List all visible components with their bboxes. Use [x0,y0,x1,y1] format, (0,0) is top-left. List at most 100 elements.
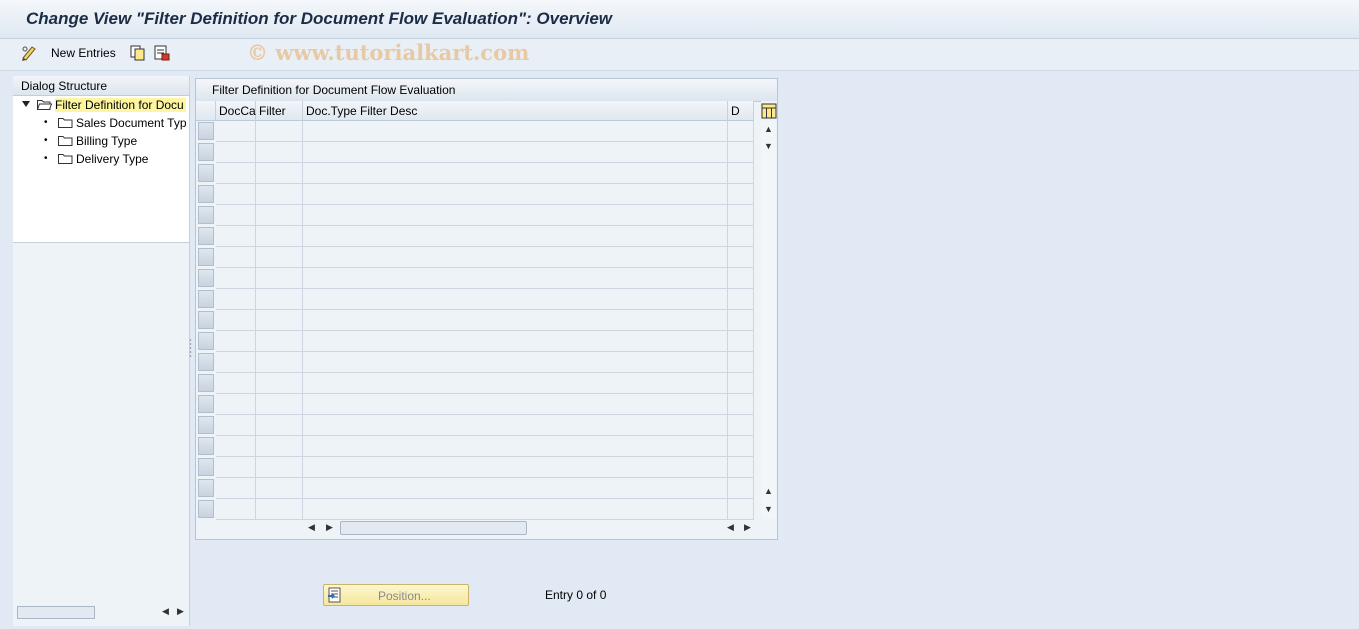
table-cell[interactable] [303,436,728,457]
table-cell[interactable] [216,226,256,247]
table-cell[interactable] [256,394,303,415]
table-cell[interactable] [256,121,303,142]
table-cell[interactable] [728,478,754,499]
table-cell[interactable] [303,352,728,373]
table-cell[interactable] [256,457,303,478]
table-cell[interactable] [303,268,728,289]
tree-node-filter-definition[interactable]: Filter Definition for Docu [13,96,189,114]
table-cell[interactable] [216,352,256,373]
table-cell[interactable] [303,373,728,394]
row-selector[interactable] [198,479,214,497]
table-cell[interactable] [303,163,728,184]
table-cell[interactable] [216,289,256,310]
table-cell[interactable] [216,310,256,331]
tree-horizontal-scrollbar[interactable]: ◀ ▶ [17,606,185,620]
change-display-icon[interactable] [20,44,38,62]
delete-icon[interactable] [153,44,171,62]
table-cell[interactable] [216,331,256,352]
scroll-right-icon[interactable]: ▶ [177,606,184,617]
row-selector[interactable] [198,122,214,140]
position-button[interactable]: Position... [323,584,469,606]
row-selector[interactable] [198,416,214,434]
row-selector[interactable] [198,353,214,371]
table-cell[interactable] [728,205,754,226]
table-cell[interactable] [728,247,754,268]
row-selector[interactable] [198,185,214,203]
table-cell[interactable] [303,142,728,163]
table-cell[interactable] [216,415,256,436]
scrollbar-thumb[interactable] [17,606,95,619]
table-cell[interactable] [216,121,256,142]
row-selector[interactable] [198,206,214,224]
row-selector[interactable] [198,374,214,392]
table-settings-icon[interactable] [761,101,777,121]
table-cell[interactable] [728,163,754,184]
scroll-up-icon[interactable]: ▲ [764,124,773,134]
table-cell[interactable] [303,310,728,331]
table-cell[interactable] [728,268,754,289]
row-selector[interactable] [198,269,214,287]
select-all-header[interactable] [196,101,216,121]
table-cell[interactable] [728,352,754,373]
table-cell[interactable] [728,373,754,394]
table-cell[interactable] [216,247,256,268]
table-cell[interactable] [303,478,728,499]
table-cell[interactable] [256,247,303,268]
table-cell[interactable] [303,247,728,268]
table-cell[interactable] [256,373,303,394]
table-cell[interactable] [256,226,303,247]
table-cell[interactable] [728,226,754,247]
table-cell[interactable] [216,268,256,289]
table-cell[interactable] [256,142,303,163]
table-cell[interactable] [256,499,303,520]
table-cell[interactable] [728,499,754,520]
table-cell[interactable] [256,352,303,373]
table-cell[interactable] [303,184,728,205]
table-cell[interactable] [303,205,728,226]
table-cell[interactable] [216,457,256,478]
tree-node-billing-type[interactable]: • Billing Type [13,132,189,150]
table-cell[interactable] [303,415,728,436]
row-selector[interactable] [198,458,214,476]
scroll-right-end-icon[interactable]: ▶ [744,522,751,533]
table-cell[interactable] [256,163,303,184]
row-selector[interactable] [198,332,214,350]
table-cell[interactable] [216,436,256,457]
row-selector[interactable] [198,395,214,413]
tree-node-sales-document-type[interactable]: • Sales Document Typ [13,114,189,132]
table-cell[interactable] [256,478,303,499]
row-selector[interactable] [198,248,214,266]
new-entries-button[interactable]: New Entries [51,46,116,60]
table-cell[interactable] [256,415,303,436]
row-selector[interactable] [198,311,214,329]
scrollbar-thumb[interactable] [340,521,527,535]
table-cell[interactable] [216,184,256,205]
table-cell[interactable] [303,457,728,478]
table-cell[interactable] [728,310,754,331]
table-cell[interactable] [256,331,303,352]
table-cell[interactable] [216,163,256,184]
scroll-left-end-icon[interactable]: ◀ [727,522,734,533]
table-cell[interactable] [728,415,754,436]
table-cell[interactable] [256,310,303,331]
scroll-page-up-icon[interactable]: ▲ [764,486,773,496]
table-cell[interactable] [728,436,754,457]
table-cell[interactable] [303,226,728,247]
table-cell[interactable] [256,184,303,205]
table-cell[interactable] [216,373,256,394]
table-cell[interactable] [216,394,256,415]
table-cell[interactable] [216,205,256,226]
table-cell[interactable] [303,394,728,415]
column-header-doccat[interactable]: DocCa [216,101,256,121]
table-cell[interactable] [728,394,754,415]
table-cell[interactable] [256,205,303,226]
copy-icon[interactable] [129,44,147,62]
table-cell[interactable] [256,289,303,310]
table-cell[interactable] [303,331,728,352]
column-header-doc-type-filter-desc[interactable]: Doc.Type Filter Desc [303,101,728,121]
row-selector[interactable] [198,290,214,308]
table-cell[interactable] [256,436,303,457]
scroll-right-icon[interactable]: ▶ [326,522,333,533]
row-selector[interactable] [198,437,214,455]
table-cell[interactable] [303,499,728,520]
